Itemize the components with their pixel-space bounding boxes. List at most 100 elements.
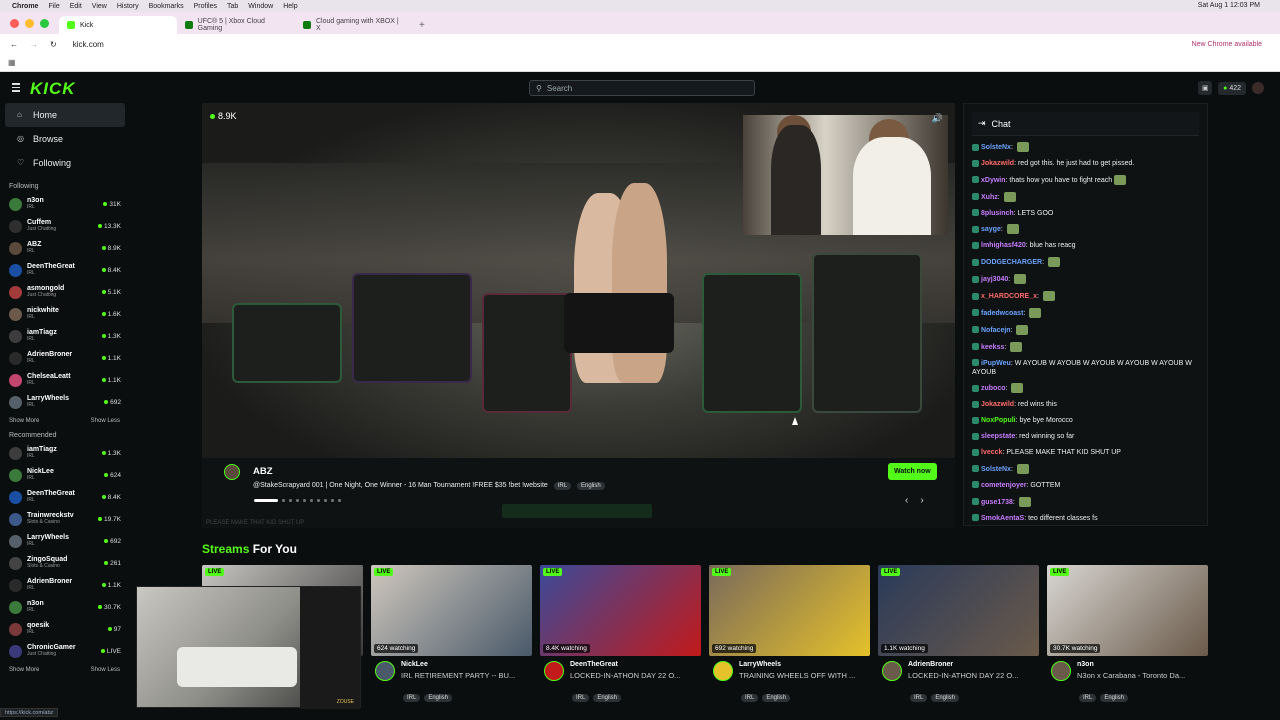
mac-menu-bookmarks[interactable]: Bookmarks — [149, 3, 184, 10]
tag-irl[interactable]: IRL — [553, 482, 572, 490]
theater-mode-icon[interactable]: ▣ — [1198, 81, 1213, 95]
mac-menu-profiles[interactable]: Profiles — [194, 3, 217, 10]
card-tag[interactable]: English — [931, 694, 960, 702]
back-icon[interactable]: ← — [10, 40, 18, 49]
card-tag[interactable]: IRL — [910, 694, 928, 702]
chat-username[interactable]: keekss — [981, 344, 1004, 351]
chat-username[interactable]: zuboco — [981, 385, 1006, 392]
sidebar-channel[interactable]: AdrienBroner IRL 1.1K — [0, 347, 130, 369]
user-avatar[interactable] — [1252, 82, 1264, 94]
watch-now-button[interactable]: Watch now — [888, 463, 937, 480]
sidebar-channel[interactable]: iamTiagz IRL 1.3K — [0, 442, 130, 464]
sidebar-channel[interactable]: n3on IRL 30.7K — [0, 596, 130, 618]
stream-thumbnail[interactable]: LIVE 624 watching — [371, 565, 532, 656]
avatar[interactable] — [544, 661, 564, 681]
card-tag[interactable]: English — [424, 694, 453, 702]
reload-icon[interactable]: ↻ — [50, 40, 57, 49]
card-tag[interactable]: English — [1100, 694, 1129, 702]
sidebar-channel[interactable]: DeenTheGreat IRL 8.4K — [0, 259, 130, 281]
sidebar-channel[interactable]: Trainwreckstv Slots & Casino 19.7K — [0, 508, 130, 530]
chat-collapse-icon[interactable]: ⇥ — [978, 118, 986, 129]
chat-username[interactable]: cometenjoyer — [981, 482, 1027, 489]
stream-card[interactable]: LIVE 30.7K watching n3on N3on x Carabana - … — [1047, 565, 1208, 715]
following-show-more[interactable]: Show More — [9, 418, 39, 424]
sidebar-channel[interactable]: nickwhite IRL 1.6K — [0, 303, 130, 325]
chat-username[interactable]: Jokazwild — [981, 401, 1014, 408]
nav-following[interactable]: ♡ Following — [5, 151, 125, 175]
chat-username[interactable]: Nofacejn — [981, 327, 1011, 334]
chat-username[interactable]: SolsteNx — [981, 466, 1011, 473]
menu-icon[interactable] — [12, 83, 20, 92]
card-tag[interactable]: IRL — [572, 694, 590, 702]
mac-menu-edit[interactable]: Edit — [70, 3, 82, 10]
minimize-window-icon[interactable] — [25, 18, 34, 28]
sidebar-channel[interactable]: ChelseaLeatt IRL 1.1K — [0, 369, 130, 391]
close-window-icon[interactable] — [10, 18, 19, 28]
mac-menu-history[interactable]: History — [117, 3, 139, 10]
chat-username[interactable]: NoxPopuli — [981, 417, 1016, 424]
chat-username[interactable]: jayj3040 — [981, 276, 1008, 283]
mac-menu-view[interactable]: View — [92, 3, 107, 10]
stream-card[interactable]: LIVE 1.1K watching AdrienBroner LOCKED-IN-A… — [878, 565, 1039, 715]
mac-menu-chrome[interactable]: Chrome — [12, 3, 38, 10]
carousel-prev-icon[interactable]: ‹ — [905, 495, 908, 506]
search-input[interactable]: ⚲ Search — [529, 80, 755, 96]
card-channel-name[interactable]: n3on — [1077, 661, 1094, 668]
card-channel-name[interactable]: NickLee — [401, 661, 428, 668]
sidebar-channel[interactable]: ZingoSquad Slots & Casino 261 — [0, 552, 130, 574]
carousel-next-icon[interactable]: › — [920, 495, 923, 506]
sidebar-channel[interactable]: ChronicGamer Just Chatting LIVE — [0, 640, 130, 662]
sidebar-channel[interactable]: LarryWheels IRL 692 — [0, 530, 130, 552]
channel-avatar[interactable] — [224, 464, 240, 480]
sidebar-channel[interactable]: asmongold Just Chatting 5.1K — [0, 281, 130, 303]
new-tab-button[interactable]: + — [413, 20, 431, 34]
browser-tab[interactable]: Kick — [59, 16, 177, 34]
mac-menu-tab[interactable]: Tab — [227, 3, 238, 10]
sidebar-channel[interactable]: qoesik IRL 97 — [0, 618, 130, 640]
card-stream-title[interactable]: LOCKED-IN-ATHON DAY 22 O... — [908, 671, 1036, 680]
stream-card[interactable]: LIVE 8.4K watching DeenTheGreat LOCKED-IN-A… — [540, 565, 701, 715]
chat-username[interactable]: guse1738 — [981, 499, 1013, 506]
chat-username[interactable]: fadedwcoast — [981, 310, 1023, 317]
card-tag[interactable]: English — [762, 694, 791, 702]
floating-mini-player[interactable]: ZOUSE — [136, 586, 361, 709]
sidebar-channel[interactable]: Cuffem Just Chatting 13.3K — [0, 215, 130, 237]
mac-menu-window[interactable]: Window — [248, 3, 273, 10]
sidebar-channel[interactable]: DeenTheGreat IRL 8.4K — [0, 486, 130, 508]
featured-stream-player[interactable]: 8.9K 🔊 — [202, 103, 955, 458]
sidebar-channel[interactable]: AdrienBroner IRL 1.1K — [0, 574, 130, 596]
card-stream-title[interactable]: LOCKED-IN-ATHON DAY 22 O... — [570, 671, 698, 680]
card-channel-name[interactable]: AdrienBroner — [908, 661, 953, 668]
carousel-dots[interactable] — [254, 499, 341, 502]
nav-home[interactable]: ⌂ Home — [5, 103, 125, 127]
avatar[interactable] — [1051, 661, 1071, 681]
recommended-show-more[interactable]: Show More — [9, 667, 39, 673]
chrome-update-chip[interactable]: New Chrome available — [1192, 41, 1262, 48]
card-tag[interactable]: English — [593, 694, 622, 702]
chat-username[interactable]: xDywin — [981, 177, 1006, 184]
stream-thumbnail[interactable]: LIVE 8.4K watching — [540, 565, 701, 656]
chat-username[interactable]: SolsteNx — [981, 144, 1011, 151]
stream-thumbnail[interactable]: LIVE 692 watching — [709, 565, 870, 656]
stream-thumbnail[interactable]: LIVE 30.7K watching — [1047, 565, 1208, 656]
following-show-less[interactable]: Show Less — [91, 418, 120, 424]
avatar[interactable] — [713, 661, 733, 681]
stream-thumbnail[interactable]: LIVE 1.1K watching — [878, 565, 1039, 656]
card-tag[interactable]: IRL — [1079, 694, 1097, 702]
nav-browse[interactable]: ◎ Browse — [5, 127, 125, 151]
chat-username[interactable]: 8plusinch — [981, 210, 1014, 217]
chat-username[interactable]: iPupWeu — [981, 360, 1011, 367]
kick-logo[interactable]: KICK — [30, 79, 76, 99]
chat-username[interactable]: lvecck — [981, 449, 1002, 456]
volume-icon[interactable]: 🔊 — [932, 113, 943, 124]
card-stream-title[interactable]: TRAINING WHEELS OFF WITH ... — [739, 671, 867, 680]
chat-username[interactable]: DODGECHARGER — [981, 259, 1042, 266]
chat-username[interactable]: sayge — [981, 226, 1001, 233]
chat-username[interactable]: lmhighasf420 — [981, 242, 1026, 249]
sidebar-channel[interactable]: NickLee IRL 624 — [0, 464, 130, 486]
chat-username[interactable]: Xuhz — [981, 194, 998, 201]
card-channel-name[interactable]: LarryWheels — [739, 661, 781, 668]
chat-username[interactable]: SmokAentaS — [981, 515, 1024, 522]
sidebar-channel[interactable]: ABZ IRL 8.9K — [0, 237, 130, 259]
url-field[interactable]: kick.com — [73, 40, 104, 49]
